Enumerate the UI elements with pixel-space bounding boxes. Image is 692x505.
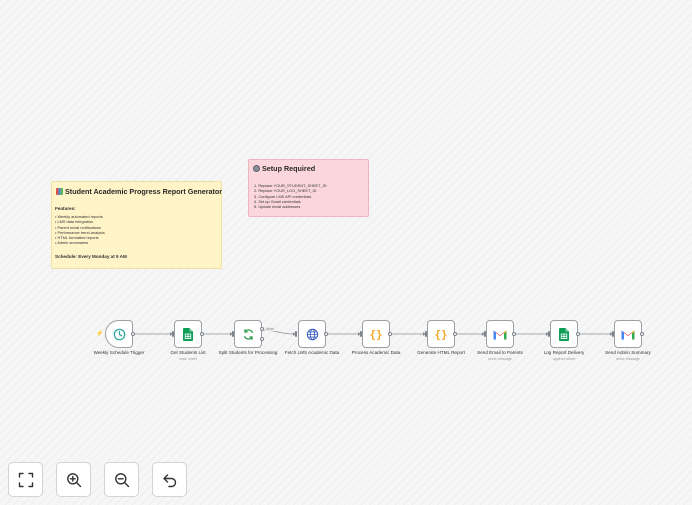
- google-sheets-icon: [183, 327, 193, 341]
- undo-icon: [162, 473, 176, 487]
- sticky-note-setup[interactable]: Setup Required 1. Replace YOUR_STUDENT_S…: [248, 159, 369, 217]
- zoom-in-icon: [66, 472, 81, 487]
- node-generate-html-report[interactable]: {}: [427, 320, 455, 348]
- node-label: Send Admin Summary: [605, 350, 651, 355]
- feature-item: • Admin summaries: [55, 240, 89, 246]
- node-send-admin-summary[interactable]: [614, 320, 642, 348]
- trigger-bolt-icon: ⚡: [96, 331, 104, 337]
- zoom-out-button[interactable]: [104, 462, 139, 497]
- code-icon: {}: [434, 327, 448, 341]
- globe-icon: [306, 328, 318, 340]
- note-title: Setup Required: [262, 164, 316, 173]
- undo-button[interactable]: [152, 462, 187, 497]
- node-label: Send Email to Parents: [477, 350, 523, 355]
- output-port[interactable]: [576, 332, 580, 336]
- gmail-icon: [493, 330, 507, 339]
- output-port[interactable]: [200, 332, 204, 336]
- node-subtitle: send: message: [488, 357, 512, 361]
- code-icon: {}: [369, 327, 383, 341]
- node-label: Split Students for Processing: [218, 350, 278, 355]
- output-port[interactable]: [640, 332, 644, 336]
- books-icon: [56, 188, 63, 195]
- zoom-in-button[interactable]: [56, 462, 91, 497]
- node-split-students[interactable]: [234, 320, 262, 348]
- node-subtitle: append: sheet: [552, 357, 576, 361]
- output-port-done[interactable]: [260, 327, 264, 331]
- workflow-canvas[interactable]: done Student Academic Progress Report Ge…: [0, 0, 692, 505]
- node-label: Process Academic Data: [351, 350, 401, 355]
- connection-label-done: done: [265, 327, 275, 331]
- gmail-icon: [621, 330, 635, 339]
- output-port[interactable]: [388, 332, 392, 336]
- output-port[interactable]: [324, 332, 328, 336]
- node-label: Generate HTML Report: [417, 350, 465, 355]
- features-heading: Features:: [55, 206, 76, 211]
- note-title: Student Academic Progress Report Generat…: [65, 187, 223, 196]
- fit-view-button[interactable]: [8, 462, 43, 497]
- gear-icon: [253, 165, 260, 172]
- node-label: Fetch LMS Academic Data: [284, 350, 340, 355]
- node-process-academic-data[interactable]: {}: [362, 320, 390, 348]
- node-weekly-schedule-trigger[interactable]: [105, 320, 133, 348]
- output-port[interactable]: [131, 332, 135, 336]
- schedule-text: Schedule: Every Monday at 9 AM: [55, 254, 127, 259]
- output-port[interactable]: [512, 332, 516, 336]
- node-label: Log Report Delivery: [543, 350, 585, 355]
- output-port[interactable]: [453, 332, 457, 336]
- node-label: Get Students List: [170, 350, 206, 355]
- node-label: Weekly Schedule Trigger: [93, 350, 145, 355]
- loop-icon: [243, 328, 253, 340]
- setup-step: 2. Replace YOUR_LOG_SHEET_ID: [254, 188, 317, 194]
- setup-step: 5. Update email addresses: [254, 204, 301, 210]
- input-port[interactable]: [295, 331, 297, 337]
- features-list: • Weekly automated reports • LMS data in…: [55, 214, 105, 246]
- node-subtitle: send: message: [616, 357, 640, 361]
- google-sheets-icon: [559, 327, 569, 341]
- clock-icon: [113, 328, 125, 340]
- sticky-note-overview[interactable]: Student Academic Progress Report Generat…: [51, 181, 222, 269]
- setup-steps-list: 1. Replace YOUR_STUDENT_SHEET_ID 2. Repl…: [254, 183, 327, 209]
- zoom-out-icon: [114, 472, 129, 487]
- node-fetch-lms-data[interactable]: [298, 320, 326, 348]
- fullscreen-icon: [18, 472, 33, 487]
- node-subtitle: read: sheet: [179, 357, 197, 361]
- node-get-students-list[interactable]: [174, 320, 202, 348]
- node-log-report-delivery[interactable]: [550, 320, 578, 348]
- node-send-email-to-parents[interactable]: [486, 320, 514, 348]
- output-port-loop[interactable]: [260, 337, 264, 341]
